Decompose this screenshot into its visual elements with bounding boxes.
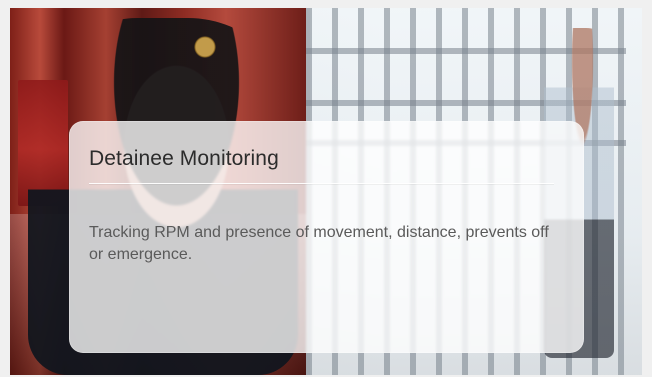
card-divider: [89, 183, 554, 184]
page-frame: Detainee Monitoring Tracking RPM and pre…: [0, 0, 652, 377]
info-card: Detainee Monitoring Tracking RPM and pre…: [69, 121, 584, 353]
card-description: Tracking RPM and presence of movement, d…: [89, 224, 549, 263]
badge-icon: [192, 36, 218, 58]
card-title: Detainee Monitoring: [89, 147, 279, 170]
